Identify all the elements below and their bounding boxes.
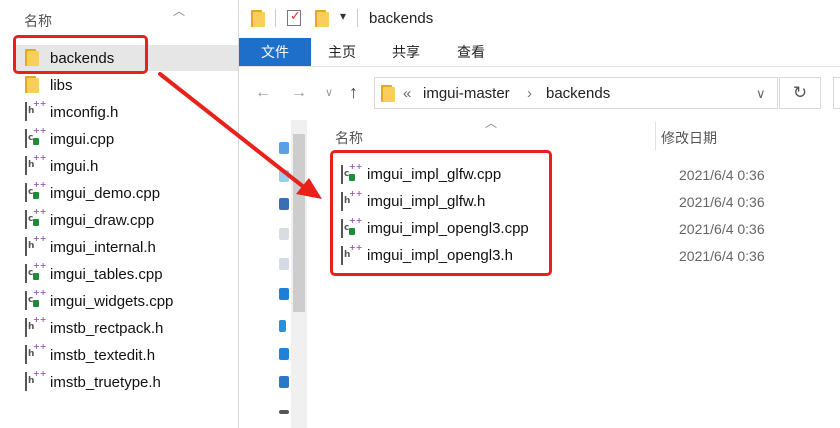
desktop-icon[interactable] [279,170,289,182]
customize-quick-access-dropdown-icon[interactable]: ▾ [340,9,346,23]
file-date: 2021/6/4 0:36 [679,220,765,237]
left-item-label: imstb_truetype.h [50,373,161,391]
folder-icon [381,85,395,102]
back-arrow-icon[interactable]: ← [255,84,271,102]
left-item-label: imgui_widgets.cpp [50,292,174,310]
left-item-label: libs [50,76,73,94]
left-item-imgui-tables-cpp[interactable]: c ++ imgui_tables.cpp [14,261,238,287]
forward-arrow-icon[interactable]: → [291,84,307,102]
file-date: 2021/6/4 0:36 [679,247,765,264]
left-item-imgui-cpp[interactable]: c ++ imgui.cpp [14,126,238,152]
date-modified-column-header[interactable]: 修改日期 [661,128,717,148]
header-file-icon: h ++ [25,316,46,337]
refresh-icon[interactable]: ↻ [779,77,821,109]
source-file-icon: c ++ [25,208,46,229]
tab-home[interactable]: 主页 [313,38,371,66]
address-dropdown-chevron-icon[interactable]: ∨ [756,86,766,102]
column-divider[interactable] [655,122,656,150]
address-overflow[interactable]: « [403,85,411,102]
properties-checkmark-icon[interactable]: ✓ [287,8,301,26]
navigation-bar: ← → ∨ ↑ « imgui-master › backends ∨ ↻ [239,72,840,116]
left-item-label: imstb_rectpack.h [50,319,164,337]
name-column-header[interactable]: 名称 [335,128,363,148]
tab-file[interactable]: 文件 [239,38,311,66]
left-item-imstb-truetype-h[interactable]: h ++ imstb_truetype.h [14,369,238,395]
ribbon-tabs: 文件 主页 共享 查看 [239,38,840,67]
sort-ascending-icon: ︿ [485,116,498,130]
header-file-icon: h ++ [25,235,46,256]
window-title: backends [369,10,434,27]
this-pc-icon[interactable] [279,348,289,360]
left-item-label: imconfig.h [50,103,119,121]
file-date: 2021/6/4 0:36 [679,193,765,210]
address-bar[interactable]: « imgui-master › backends ∨ [374,77,778,109]
music-icon[interactable] [279,258,289,270]
left-item-label: imgui_demo.cpp [50,184,161,202]
toolbar-separator [357,9,358,27]
header-file-icon: h ++ [25,370,46,391]
source-file-icon: c ++ [25,127,46,148]
search-box[interactable] [833,77,840,109]
left-item-label: imgui_tables.cpp [50,265,163,283]
left-item-label: imgui.cpp [50,130,115,148]
left-name-column-header[interactable]: 名称 [24,11,52,31]
file-list-header: ︿ 名称 修改日期 [325,116,840,152]
left-item-label: imgui.h [50,157,99,175]
title-bar: ✓ ▾ backends [239,0,840,38]
source-file-icon: c ++ [25,289,46,310]
folder-icon [251,10,265,27]
breadcrumb-imgui-master[interactable]: imgui-master [423,85,510,102]
left-item-imgui-demo-cpp[interactable]: c ++ imgui_demo.cpp [14,180,238,206]
downloads-icon[interactable] [279,288,289,300]
network-icon[interactable] [279,376,289,388]
left-item-label: imgui_internal.h [50,238,156,256]
left-item-imgui-h[interactable]: h ++ imgui.h [14,153,238,179]
header-file-icon: h ++ [25,154,46,175]
left-item-imstb-textedit-h[interactable]: h ++ imstb_textedit.h [14,342,238,368]
left-item-imgui-internal-h[interactable]: h ++ imgui_internal.h [14,234,238,260]
left-item-label: imstb_textedit.h [50,346,156,364]
onedrive-icon[interactable] [279,320,286,332]
left-item-imstb-rectpack-h[interactable]: h ++ imstb_rectpack.h [14,315,238,341]
tab-share[interactable]: 共享 [377,38,435,66]
left-item-libs[interactable]: libs [14,72,238,98]
header-file-icon: h ++ [25,343,46,364]
breadcrumb-separator-icon[interactable]: › [527,85,532,102]
left-item-imconfig-h[interactable]: h ++ imconfig.h [14,99,238,125]
up-arrow-icon[interactable]: ↑ [349,82,358,103]
left-item-imgui-widgets-cpp[interactable]: c ++ imgui_widgets.cpp [14,288,238,314]
new-folder-icon[interactable] [315,10,329,27]
highlight-box-backend-files [330,150,552,276]
file-date: 2021/6/4 0:36 [679,166,765,183]
source-file-icon: c ++ [25,262,46,283]
drive-icon[interactable] [279,410,289,414]
breadcrumb-backends[interactable]: backends [546,85,610,102]
recent-locations-icon[interactable]: ∨ [325,86,333,99]
sort-ascending-icon: ︿ [173,4,186,18]
toolbar-separator [275,9,276,27]
documents-icon[interactable] [279,228,289,240]
left-item-label: imgui_draw.cpp [50,211,155,229]
source-file-icon: c ++ [25,181,46,202]
quick-access-icon[interactable] [279,142,289,154]
highlight-box-backends [13,35,148,74]
left-item-imgui-draw-cpp[interactable]: c ++ imgui_draw.cpp [14,207,238,233]
tab-view[interactable]: 查看 [442,38,500,66]
header-file-icon: h ++ [25,100,46,121]
folder-icon [25,76,43,94]
pictures-icon[interactable] [279,198,289,210]
scrollbar-thumb[interactable] [293,134,305,312]
